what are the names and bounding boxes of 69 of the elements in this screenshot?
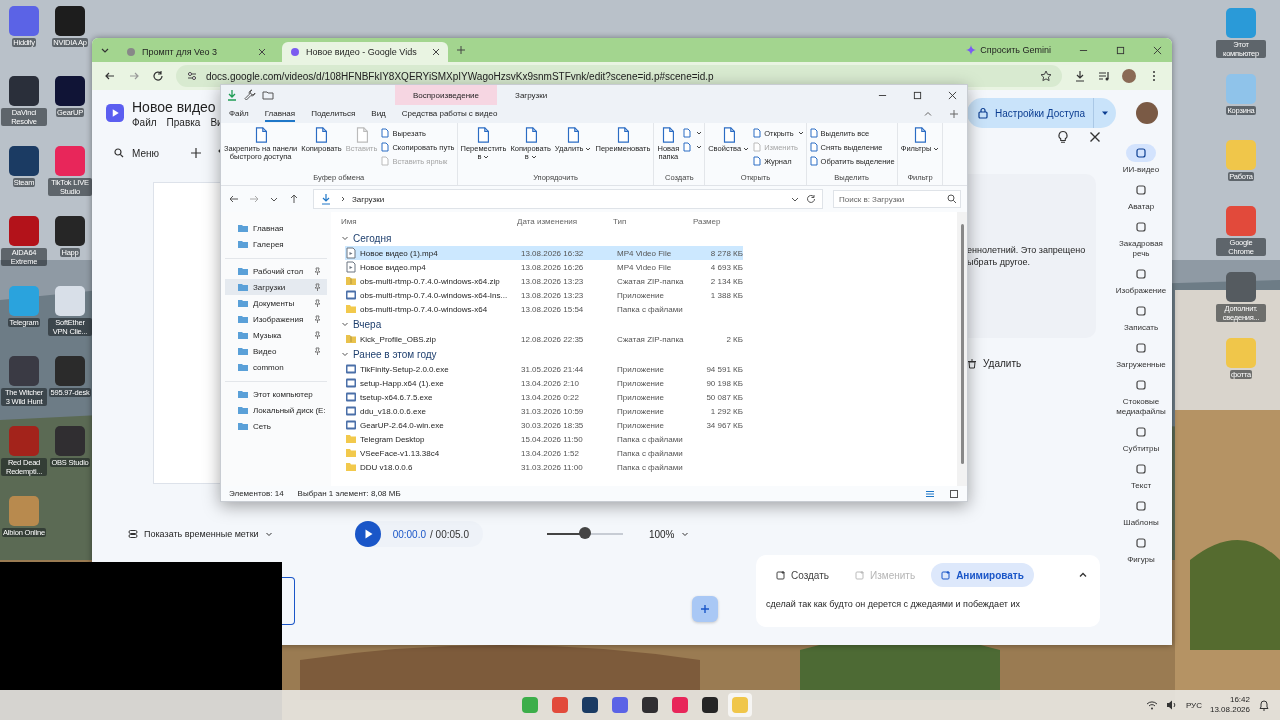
type-cell-text: MP4 Video File	[617, 262, 673, 272]
size-cell-text: 50 087 КБ	[705, 392, 743, 402]
rail-label: Фигуры	[1127, 555, 1155, 565]
file-name: VSeeFace-v1.13.38c4	[360, 448, 440, 458]
rail-label: Субтитры	[1122, 444, 1160, 454]
file-name: Telegram Desktop	[360, 434, 425, 444]
type-cell-text: Приложение	[617, 420, 665, 430]
file-name: ddu_v18.0.0.6.exe	[360, 406, 426, 416]
file-name: GearUP-2.64.0-win.exe	[360, 420, 444, 430]
message-text: ыбрать другое.	[967, 256, 1031, 268]
selection-info: Выбран 1 элемент: 8,08 МБ	[297, 489, 401, 498]
rail-label: Загруженные	[1116, 360, 1166, 370]
date-cell-text: 13.08.2026 16:32	[521, 248, 585, 258]
file-name: Kick_Profile_OBS.zip	[360, 334, 437, 344]
file-name: obs-multi-rtmp-0.7.4.0-windows-x64-Ins...	[360, 290, 508, 300]
date-cell-text: 13.08.2026 15:54	[521, 304, 585, 314]
rail-label: Текст	[1130, 481, 1152, 491]
rail-label: ИИ-видео	[1122, 165, 1160, 175]
date-cell-text: 13.04.2026 1:52	[521, 448, 580, 458]
size-cell-text: 1 292 КБ	[709, 406, 743, 416]
date-cell-text: 13.08.2026 13:23	[521, 290, 585, 300]
size-cell-text: 90 198 КБ	[705, 378, 743, 388]
size-cell-text: 8 278 КБ	[709, 248, 743, 258]
rail-label: Стоковые медиафайлы	[1115, 397, 1167, 417]
type-cell-text: Сжатая ZIP-папка	[617, 334, 685, 344]
date-cell-text: 31.03.2026 10:59	[521, 406, 585, 416]
type-cell-text: Сжатая ZIP-папка	[617, 276, 685, 286]
rail-label: Закадровая речь	[1118, 239, 1164, 259]
date-cell-text: 13.08.2026 13:23	[521, 276, 585, 286]
item-count: Элементов: 14	[229, 489, 284, 498]
rail-label: Изображение	[1115, 286, 1167, 296]
size-cell-text: 94 591 КБ	[705, 364, 743, 374]
size-cell-text: 34 967 КБ	[705, 420, 743, 430]
file-name: Новое видео.mp4	[360, 262, 426, 272]
type-cell-text: Приложение	[617, 378, 665, 388]
message-text: еннолетний. Это запрещено	[967, 244, 1087, 256]
type-cell-text: Папка с файлами	[617, 434, 684, 444]
file-name: obs-multi-rtmp-0.7.4.0-windows-x64.zip	[360, 276, 500, 286]
type-cell-text: Приложение	[617, 406, 665, 416]
date-cell-text: 31.03.2026 11:00	[521, 462, 584, 472]
file-name: DDU v18.0.0.6	[360, 462, 413, 472]
file-name: Новое видео (1).mp4	[360, 248, 438, 258]
date-cell-text: 13.04.2026 2:10	[521, 378, 580, 388]
type-cell-text: Приложение	[617, 364, 665, 374]
rail-label: Аватар	[1127, 202, 1155, 212]
type-cell-text: Папка с файлами	[617, 462, 684, 472]
size-cell-text: 1 388 КБ	[709, 290, 743, 300]
file-name: tsetup-x64.6.7.5.exe	[360, 392, 433, 402]
file-name: obs-multi-rtmp-0.7.4.0-windows-x64	[360, 304, 488, 314]
date-cell-text: 12.08.2026 22:35	[521, 334, 585, 344]
date-cell-text: 13.04.2026 0:22	[521, 392, 580, 402]
current-time: 00:00.0	[392, 528, 426, 540]
type-cell-text: MP4 Video File	[617, 248, 673, 258]
size-cell-text: 4 693 КБ	[709, 262, 743, 272]
type-cell-text: Приложение	[617, 392, 665, 402]
date-cell-text: 13.08.2026 16:26	[521, 262, 585, 272]
size-cell-text: 2 134 КБ	[709, 276, 743, 286]
type-cell-text: Приложение	[617, 290, 665, 300]
date-cell-text: 30.03.2026 18:35	[521, 420, 585, 430]
rail-label: Записать	[1123, 323, 1159, 333]
file-name: setup-Happ.x64 (1).exe	[360, 378, 444, 388]
file-name: TikFinity-Setup-2.0.0.exe	[360, 364, 449, 374]
rail-label: Шаблоны	[1123, 518, 1159, 528]
type-cell-text: Папка с файлами	[617, 448, 684, 458]
date-cell-text: 31.05.2026 21:44	[521, 364, 585, 374]
type-cell-text: Папка с файлами	[617, 304, 684, 314]
total-time: / 00:05.0	[430, 528, 469, 540]
size-cell-text: 2 КБ	[725, 334, 743, 344]
date-cell-text: 15.04.2026 11:50	[521, 434, 584, 444]
